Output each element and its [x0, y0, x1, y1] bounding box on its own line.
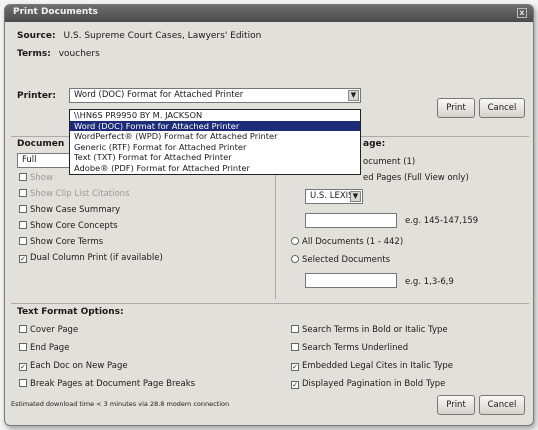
option-label: Break Pages at Document Page Breaks: [30, 379, 196, 389]
terms-label: Terms:: [17, 49, 51, 59]
printer-option[interactable]: Generic (RTF) Format for Attached Printe…: [70, 142, 360, 153]
option-dual-column[interactable]: ✓ Dual Column Print (if available): [19, 253, 163, 263]
source-row: Source: U.S. Supreme Court Cases, Lawyer…: [17, 31, 261, 41]
print-documents-dialog: Print Documents x Source: U.S. Supreme C…: [4, 4, 534, 426]
checkbox[interactable]: [291, 325, 299, 333]
printer-option[interactable]: Word (DOC) Format for Attached Printer: [70, 120, 360, 132]
doc-range-input[interactable]: [305, 273, 397, 288]
printer-label-text: Printer:: [17, 91, 56, 101]
radio-selected-documents[interactable]: Selected Documents: [291, 255, 390, 265]
checkbox-checked[interactable]: ✓: [291, 363, 299, 371]
printer-label: Printer:: [17, 91, 61, 101]
checkbox[interactable]: [291, 343, 299, 351]
option-label: Embedded Legal Cites in Italic Type: [302, 361, 453, 371]
option-label: Show Core Concepts: [30, 221, 118, 231]
close-icon[interactable]: x: [517, 8, 527, 18]
terms-value: vouchers: [58, 49, 100, 59]
title-bar: Print Documents x: [5, 5, 533, 22]
tf-search-terms-bold[interactable]: Search Terms in Bold or Italic Type: [291, 325, 448, 335]
page-example: e.g. 145-147,159: [405, 216, 479, 226]
terms-row: Terms: vouchers: [17, 49, 100, 59]
chevron-down-icon[interactable]: ▼: [350, 191, 361, 202]
range-label: ocument (1): [363, 157, 416, 167]
printer-option[interactable]: \\HN6S PR9950 BY M. JACKSON: [70, 110, 360, 121]
checkbox[interactable]: [19, 221, 27, 229]
source-label: Source:: [17, 31, 56, 41]
range-current-document[interactable]: ocument (1): [363, 157, 415, 167]
chevron-down-icon[interactable]: ▼: [348, 90, 359, 101]
range-label: ed Pages (Full View only): [363, 173, 469, 183]
cancel-button[interactable]: Cancel: [479, 98, 525, 118]
checkbox-checked[interactable]: ✓: [19, 363, 27, 371]
option-label: Show Core Terms: [30, 237, 104, 247]
tf-cover-page[interactable]: Cover Page: [19, 325, 78, 335]
checkbox[interactable]: [19, 205, 27, 213]
download-estimate: Estimated download time < 3 minutes via …: [11, 400, 230, 408]
option-label: Displayed Pagination in Bold Type: [302, 379, 446, 389]
printer-option[interactable]: WordPerfect® (WPD) Format for Attached P…: [70, 131, 360, 142]
option-label: Cover Page: [30, 325, 79, 335]
option-show-core-concepts[interactable]: Show Core Concepts: [19, 221, 118, 231]
printer-select[interactable]: Word (DOC) Format for Attached Printer ▼: [69, 88, 361, 103]
radio[interactable]: [291, 237, 299, 245]
page-prefix-select[interactable]: U.S. LEXIS ▼: [305, 189, 363, 204]
page-range-input[interactable]: [305, 213, 397, 228]
tf-embedded-cites-italic[interactable]: ✓ Embedded Legal Cites in Italic Type: [291, 361, 453, 371]
checkbox-checked[interactable]: ✓: [291, 381, 299, 389]
option-show-clip-list[interactable]: Show Clip List Citations: [19, 189, 130, 199]
radio[interactable]: [291, 255, 299, 263]
option-show[interactable]: Show: [19, 173, 53, 183]
option-label: End Page: [30, 343, 70, 353]
printer-option[interactable]: Text (TXT) Format for Attached Printer: [70, 152, 360, 163]
range-section-label: age:: [363, 139, 386, 149]
option-show-core-terms[interactable]: Show Core Terms: [19, 237, 103, 247]
printer-selected-value: Word (DOC) Format for Attached Printer: [74, 90, 244, 100]
doc-example: e.g. 1,3-6,9: [405, 277, 454, 287]
tf-each-doc-new-page[interactable]: ✓ Each Doc on New Page: [19, 361, 128, 371]
radio-label: All Documents (1 - 442): [302, 237, 404, 247]
option-label: Dual Column Print (if available): [30, 253, 163, 263]
checkbox-checked[interactable]: ✓: [19, 255, 27, 263]
option-label: Search Terms in Bold or Italic Type: [302, 325, 448, 335]
document-format-select[interactable]: Full: [17, 153, 71, 168]
print-button-bottom[interactable]: Print: [437, 395, 475, 415]
range-selected-pages[interactable]: ed Pages (Full View only): [363, 173, 469, 183]
document-format-value: Full: [22, 155, 37, 165]
tf-pagination-bold[interactable]: ✓ Displayed Pagination in Bold Type: [291, 379, 445, 389]
option-label: Show: [30, 173, 53, 183]
print-button[interactable]: Print: [437, 98, 475, 118]
option-label: Show Clip List Citations: [30, 189, 130, 199]
tf-end-page[interactable]: End Page: [19, 343, 69, 353]
radio-all-documents[interactable]: All Documents (1 - 442): [291, 237, 403, 247]
tf-break-pages[interactable]: Break Pages at Document Page Breaks: [19, 379, 195, 389]
radio-label: Selected Documents: [302, 255, 391, 265]
checkbox[interactable]: [19, 237, 27, 245]
cancel-button-bottom[interactable]: Cancel: [479, 395, 525, 415]
checkbox[interactable]: [19, 173, 27, 181]
printer-option[interactable]: Adobe® (PDF) Format for Attached Printer: [70, 163, 360, 174]
checkbox[interactable]: [19, 379, 27, 387]
document-section-label: Documen: [17, 139, 65, 149]
option-label: Search Terms Underlined: [302, 343, 409, 353]
checkbox[interactable]: [19, 325, 27, 333]
option-label: Show Case Summary: [30, 205, 121, 215]
checkbox[interactable]: [19, 343, 27, 351]
dialog-title: Print Documents: [13, 7, 98, 17]
checkbox[interactable]: [19, 189, 27, 197]
option-show-case-summary[interactable]: Show Case Summary: [19, 205, 120, 215]
source-value: U.S. Supreme Court Cases, Lawyers' Editi…: [63, 31, 262, 41]
printer-dropdown-list: \\HN6S PR9950 BY M. JACKSON Word (DOC) F…: [69, 109, 361, 175]
page-prefix-value: U.S. LEXIS: [310, 191, 354, 201]
text-format-title: Text Format Options:: [17, 307, 124, 317]
tf-search-terms-underlined[interactable]: Search Terms Underlined: [291, 343, 408, 353]
divider: [11, 303, 529, 304]
option-label: Each Doc on New Page: [30, 361, 128, 371]
